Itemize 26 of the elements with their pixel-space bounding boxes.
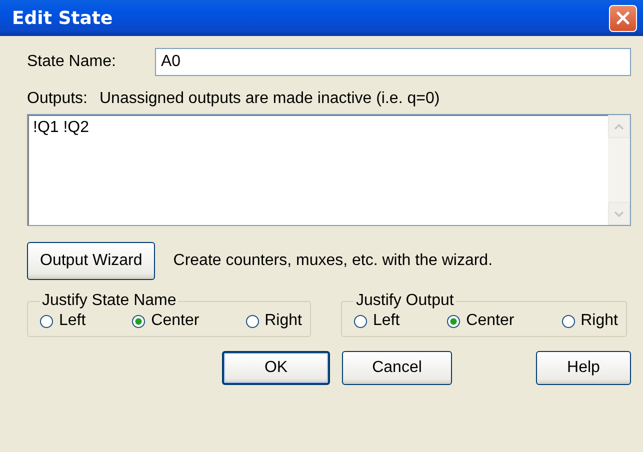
radio-option[interactable]: Left (40, 312, 86, 330)
state-name-field[interactable]: A0 (155, 48, 631, 76)
group-title: Justify Output (355, 292, 455, 310)
group-title: Justify State Name (41, 292, 178, 310)
dialog-button[interactable]: Help (536, 351, 631, 385)
radio-option[interactable]: Right (562, 312, 618, 330)
wizard-description: Create counters, muxes, etc. with the wizard. (173, 252, 493, 270)
outputs-label: Outputs: (27, 90, 88, 108)
close-icon (615, 10, 631, 26)
radio-option[interactable]: Left (354, 312, 400, 330)
radio-button[interactable] (132, 314, 146, 328)
window-title: Edit State (12, 8, 113, 28)
dialog-button[interactable]: Cancel (342, 351, 452, 385)
radio-button[interactable] (447, 314, 460, 328)
close-button[interactable] (609, 4, 637, 32)
dialog-button[interactable]: OK (222, 351, 330, 385)
radio-button[interactable] (40, 314, 53, 328)
outputs-note: Unassigned outputs are made inactive (i.e. q=0) (99, 90, 440, 108)
radio-option[interactable]: Center (447, 312, 514, 330)
radio-button[interactable] (562, 314, 575, 328)
radio-button[interactable] (246, 314, 259, 328)
radio-option[interactable]: Right (246, 312, 302, 330)
radio-option[interactable]: Center (132, 312, 200, 330)
state-name-label: State Name: (27, 53, 117, 71)
radio-button[interactable] (354, 314, 367, 328)
output-wizard-button[interactable]: Output Wizard (27, 242, 156, 280)
